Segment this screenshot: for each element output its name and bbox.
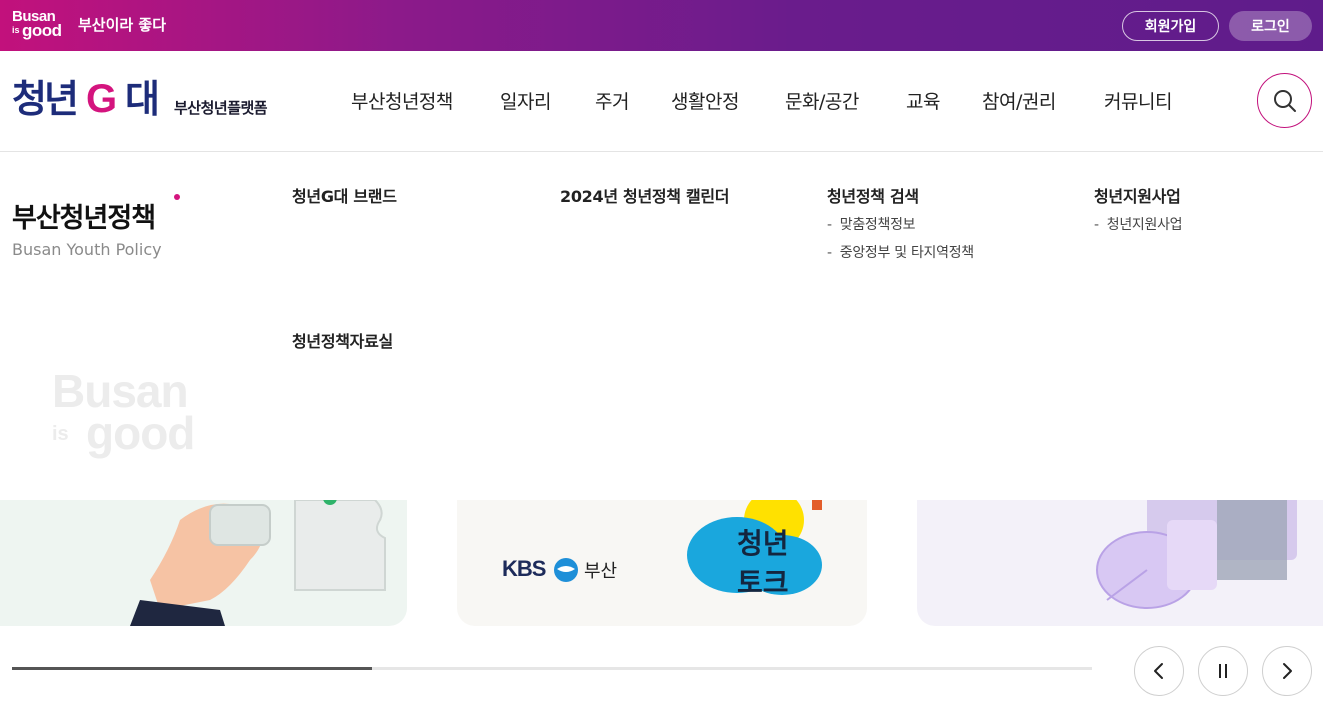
logo-text-cheongnyeon: 청년 <box>12 77 79 121</box>
nav-item-living[interactable]: 생활안정 <box>671 87 739 114</box>
logo-text-good: good <box>22 21 62 40</box>
submenu-brand[interactable]: 청년G대 브랜드 <box>292 183 397 207</box>
logo-text-dae: 대 <box>125 77 160 121</box>
slider-pause-button[interactable] <box>1198 646 1248 696</box>
logo-subtitle: 부산청년플랫폼 <box>174 99 268 117</box>
top-utility-bar: Busan is good 부산이라 좋다 회원가입 로그인 <box>0 0 1323 51</box>
submenu-support-programs[interactable]: 청년지원사업 <box>1094 183 1181 207</box>
submenu-item-support-programs[interactable]: 청년지원사업 <box>1094 214 1183 234</box>
site-header: 청년 G 대 부산청년플랫폼 부산청년정책 일자리 주거 생활안정 문화/공간 … <box>0 51 1323 152</box>
search-button[interactable] <box>1257 73 1312 128</box>
submenu-policy-search[interactable]: 청년정책 검색 <box>827 183 919 207</box>
slider-prev-button[interactable] <box>1134 646 1184 696</box>
nav-item-culture[interactable]: 문화/공간 <box>785 87 859 114</box>
youth-talk-badge: 청년 토크 <box>687 490 822 599</box>
site-logo[interactable]: 청년 G 대 부산청년플랫폼 <box>12 77 287 121</box>
slider-progress-fill <box>12 667 372 670</box>
kbs-emblem-icon <box>554 558 578 582</box>
slider-next-button[interactable] <box>1262 646 1312 696</box>
submenu-item-central-gov-policy[interactable]: 중앙정부 및 타지역정책 <box>827 242 974 262</box>
mega-menu-subtitle: Busan Youth Policy <box>12 240 162 259</box>
nav-item-youth-policy[interactable]: 부산청년정책 <box>351 87 453 114</box>
nav-item-jobs[interactable]: 일자리 <box>500 87 551 114</box>
badge-text-line1: 청년 <box>737 527 789 560</box>
nav-item-housing[interactable]: 주거 <box>595 87 629 114</box>
search-icon <box>1273 89 1296 112</box>
busan-is-good-watermark: Busan is good <box>52 368 212 464</box>
kbs-logo-text: KBS <box>502 556 546 581</box>
chevron-left-icon <box>1154 663 1163 679</box>
nav-item-education[interactable]: 교육 <box>906 87 940 114</box>
kbs-region-label: 부산 <box>584 561 618 582</box>
login-button[interactable]: 로그인 <box>1229 11 1312 41</box>
city-slogan: 부산이라 좋다 <box>78 16 167 34</box>
submenu-policy-archive[interactable]: 청년정책자료실 <box>292 328 393 352</box>
pause-icon <box>1219 664 1227 678</box>
submenu-policy-calendar[interactable]: 2024년 청년정책 캘린더 <box>560 183 730 207</box>
logo-text-is: is <box>12 25 20 35</box>
nav-item-community[interactable]: 커뮤니티 <box>1104 87 1172 114</box>
title-accent-dot <box>174 194 180 200</box>
logo-text-g: G <box>86 77 118 121</box>
badge-text-line2: 토크 <box>737 566 789 599</box>
slider-progress-track <box>12 667 1092 670</box>
busan-is-good-logo[interactable]: Busan is good <box>12 9 68 41</box>
signup-button[interactable]: 회원가입 <box>1122 11 1219 41</box>
watermark-text-good: good <box>86 407 195 459</box>
chevron-right-icon <box>1283 663 1292 679</box>
mega-menu-title: 부산청년정책 <box>12 203 156 234</box>
submenu-item-custom-policy[interactable]: 맞춤정책정보 <box>827 214 916 234</box>
mega-menu-panel: 부산청년정책 Busan Youth Policy Busan is good … <box>0 152 1323 500</box>
watermark-text-is: is <box>52 423 69 445</box>
nav-item-participation[interactable]: 참여/권리 <box>982 87 1056 114</box>
